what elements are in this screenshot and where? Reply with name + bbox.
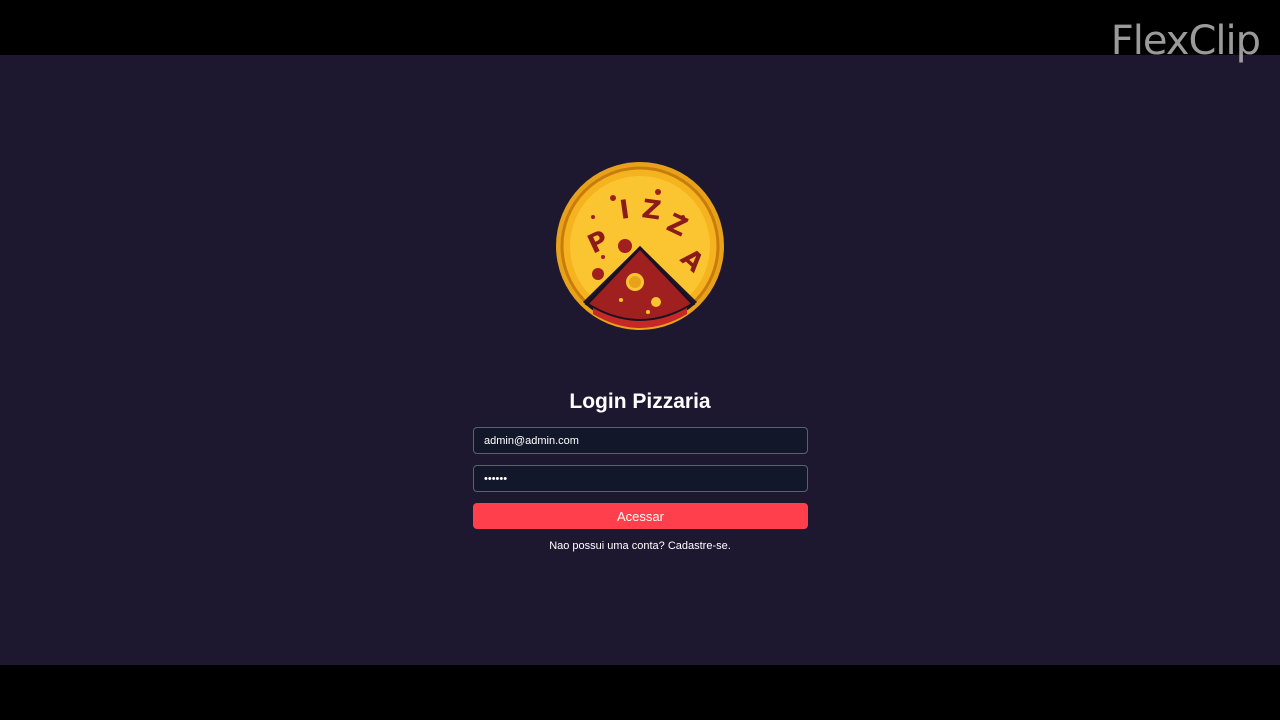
email-input[interactable] [473, 427, 808, 454]
password-input[interactable] [473, 465, 808, 492]
flexclip-watermark: FlexClip [1110, 18, 1261, 64]
pizza-logo: P I Z Z A [556, 162, 724, 330]
login-button[interactable]: Acessar [473, 503, 808, 529]
login-screen [0, 55, 1280, 665]
page-title: Login Pizzaria [569, 390, 711, 413]
signup-link[interactable]: Nao possui uma conta? Cadastre-se. [0, 540, 1280, 552]
